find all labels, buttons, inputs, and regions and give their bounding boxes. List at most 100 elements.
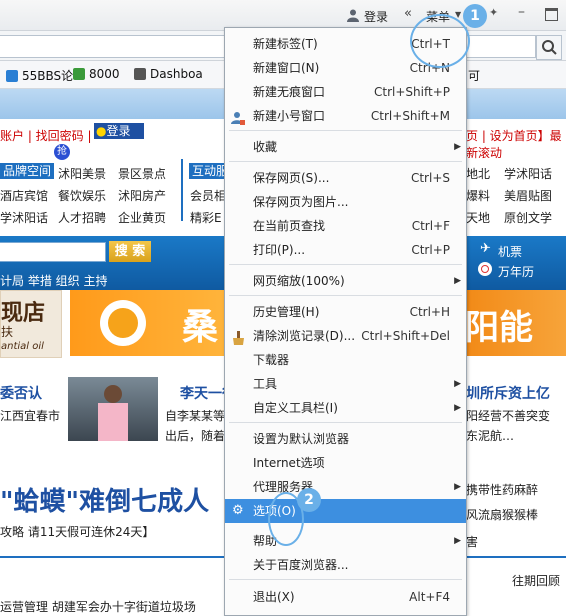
menu-item-internet-options[interactable]: Internet选项	[225, 451, 466, 475]
cat-link[interactable]: 酒店宾馆	[0, 187, 48, 204]
submenu-arrow-icon: ▶	[454, 379, 461, 389]
ad-banner-mid[interactable]: 桑	[70, 290, 224, 356]
menu-item-history[interactable]: 历史管理(H) Ctrl+H	[225, 300, 466, 324]
menu-item-exit[interactable]: 退出(X) Alt+F4	[225, 585, 466, 609]
submenu-arrow-icon: ▶	[454, 536, 461, 546]
menu-item-tools[interactable]: 工具 ▶	[225, 372, 466, 396]
bookmark-item[interactable]: Dashboa	[134, 67, 203, 81]
news-photo[interactable]	[68, 377, 158, 441]
side-news-item[interactable]: 害	[466, 533, 478, 550]
ad-banner-left[interactable]: 现店 扶 antial oil	[0, 290, 62, 358]
search-go-button[interactable]	[536, 35, 562, 60]
bookmark-label: 8000	[89, 67, 120, 81]
menu-separator	[229, 130, 462, 131]
menu-item-alt-account-window[interactable]: 新建小号窗口 Ctrl+Shift+M	[225, 104, 466, 128]
cat-link[interactable]: 人才招聘	[58, 209, 106, 226]
ticket-link[interactable]: 机票	[498, 243, 522, 260]
past-review-link[interactable]: 往期回顾	[512, 572, 560, 589]
submenu-arrow-icon: ▶	[454, 403, 461, 413]
menu-item-find[interactable]: 在当前页查找 Ctrl+F	[225, 214, 466, 238]
cat-link[interactable]: 爆料	[466, 187, 490, 204]
grab-badge: 抢	[54, 144, 70, 160]
menu-item-print[interactable]: 打印(P)... Ctrl+P	[225, 238, 466, 262]
banner-text: 扶	[1, 325, 14, 339]
collapse-icon[interactable]: «	[404, 6, 412, 21]
news-summary: 自李某某等	[165, 409, 226, 423]
menu-item-zoom[interactable]: 网页缩放(100%) ▶	[225, 269, 466, 293]
maximize-icon[interactable]	[545, 8, 558, 21]
login-link[interactable]: 登录	[364, 8, 388, 25]
menu-item-proxy[interactable]: 代理服务器 ▶	[225, 475, 466, 499]
menu-item-incognito[interactable]: 新建无痕窗口 Ctrl+Shift+P	[225, 80, 466, 104]
pin-icon[interactable]: ✦	[489, 6, 498, 19]
brand-space-tag[interactable]: 品牌空间	[0, 163, 55, 179]
footer-news[interactable]: 运营管理 胡建军会办十字街道垃圾场	[0, 598, 196, 615]
menu-separator	[229, 579, 462, 580]
menu-item-save-as-image[interactable]: 保存网页为图片...	[225, 190, 466, 214]
headline[interactable]: "蛤蟆"难倒七成人	[0, 481, 209, 518]
highlight-circle	[410, 14, 470, 68]
bookmark-favicon-icon	[134, 68, 146, 80]
menu-item-help[interactable]: 帮助 ▶	[225, 529, 466, 553]
plane-icon: ✈	[480, 241, 491, 256]
bookmark-item[interactable]: 可	[468, 67, 480, 84]
menu-item-save-page[interactable]: 保存网页(S)... Ctrl+S	[225, 166, 466, 190]
browser-main-menu: 新建标签(T) Ctrl+T 新建窗口(N) Ctrl+N 新建无痕窗口 Ctrl+S…	[224, 27, 467, 616]
cat-link[interactable]: 美眉贴图	[504, 187, 552, 204]
ad-banner-right[interactable]: 阳能	[465, 290, 566, 356]
cat-link[interactable]: 学沭阳话	[504, 165, 552, 182]
menu-item-about[interactable]: 关于百度浏览器...	[225, 553, 466, 577]
bookmark-label: 55BBS论	[22, 69, 74, 83]
banner-text: 桑	[182, 307, 219, 348]
menu-separator	[229, 422, 462, 423]
menu-separator	[229, 264, 462, 265]
user-icon	[346, 8, 360, 25]
menu-item-downloader[interactable]: 下载器	[225, 348, 466, 372]
cat-link[interactable]: 沭阳房产	[118, 187, 166, 204]
site-right-links[interactable]: 页 | 设为首页】最新滚动	[466, 127, 566, 161]
menu-item-set-default[interactable]: 设置为默认浏览器	[225, 427, 466, 451]
bookmark-item[interactable]: 8000	[73, 67, 120, 81]
menu-item-clear-history[interactable]: 清除浏览记录(D)... Ctrl+Shift+Del	[225, 324, 466, 348]
clock-icon	[478, 262, 492, 276]
gear-icon: ⚙	[232, 503, 244, 518]
cat-link[interactable]: 精彩E	[190, 209, 222, 226]
submenu-arrow-icon: ▶	[454, 276, 461, 286]
calendar-link[interactable]: 万年历	[498, 263, 534, 280]
qq-icon: ●	[96, 124, 107, 138]
bookmark-item[interactable]: 55BBS论	[6, 67, 73, 84]
site-search-button[interactable]: 搜 索	[109, 241, 151, 262]
cat-link[interactable]: 景区景点	[118, 165, 166, 182]
bookmark-label: Dashboa	[150, 67, 203, 81]
cat-link[interactable]: 餐饮娱乐	[58, 187, 106, 204]
news-summary: 江西宜春市	[0, 409, 61, 423]
banner-text: 阳能	[465, 308, 533, 348]
cat-link[interactable]: 会员相	[190, 187, 226, 204]
submenu-arrow-icon: ▶	[454, 482, 461, 492]
submenu-arrow-icon: ▶	[454, 142, 461, 152]
account-links[interactable]: 账户 | 找回密码 |	[0, 127, 92, 144]
cat-link[interactable]: 学沭阳话	[0, 209, 48, 226]
cat-link[interactable]: 天地	[466, 209, 490, 226]
menu-separator	[229, 161, 462, 162]
cat-link[interactable]: 地北	[466, 165, 490, 182]
cat-link[interactable]: 原创文学	[504, 209, 552, 226]
news-title[interactable]: 委否认	[0, 383, 42, 403]
menu-item-options[interactable]: ⚙ 选项(O)	[225, 499, 466, 523]
cat-link[interactable]: 企业黄页	[118, 209, 166, 226]
side-news-item[interactable]: 携带性药麻醉	[466, 481, 538, 498]
site-search-input[interactable]	[0, 242, 106, 262]
menu-item-customize-toolbar[interactable]: 自定义工具栏(I) ▶	[225, 396, 466, 420]
site-login-button[interactable]: ●登录	[94, 123, 144, 139]
nav-links[interactable]: 计局 举措 组织 主持	[0, 272, 107, 289]
step-badge: 2	[297, 488, 321, 512]
minimize-icon[interactable]: –	[518, 4, 525, 20]
banner-text: antial oil	[1, 341, 44, 352]
news-title[interactable]: 圳所斥资上亿	[466, 383, 550, 403]
side-news-item[interactable]: 风流扇猴猴棒	[466, 506, 538, 523]
cat-link[interactable]: 沭阳美景	[58, 165, 106, 182]
brand-logo-icon	[100, 300, 146, 346]
step-badge: 1	[463, 4, 487, 28]
headline-sub[interactable]: 攻略 请11天假可连休24天】	[0, 523, 154, 540]
menu-item-favorites[interactable]: 收藏 ▶	[225, 135, 466, 159]
